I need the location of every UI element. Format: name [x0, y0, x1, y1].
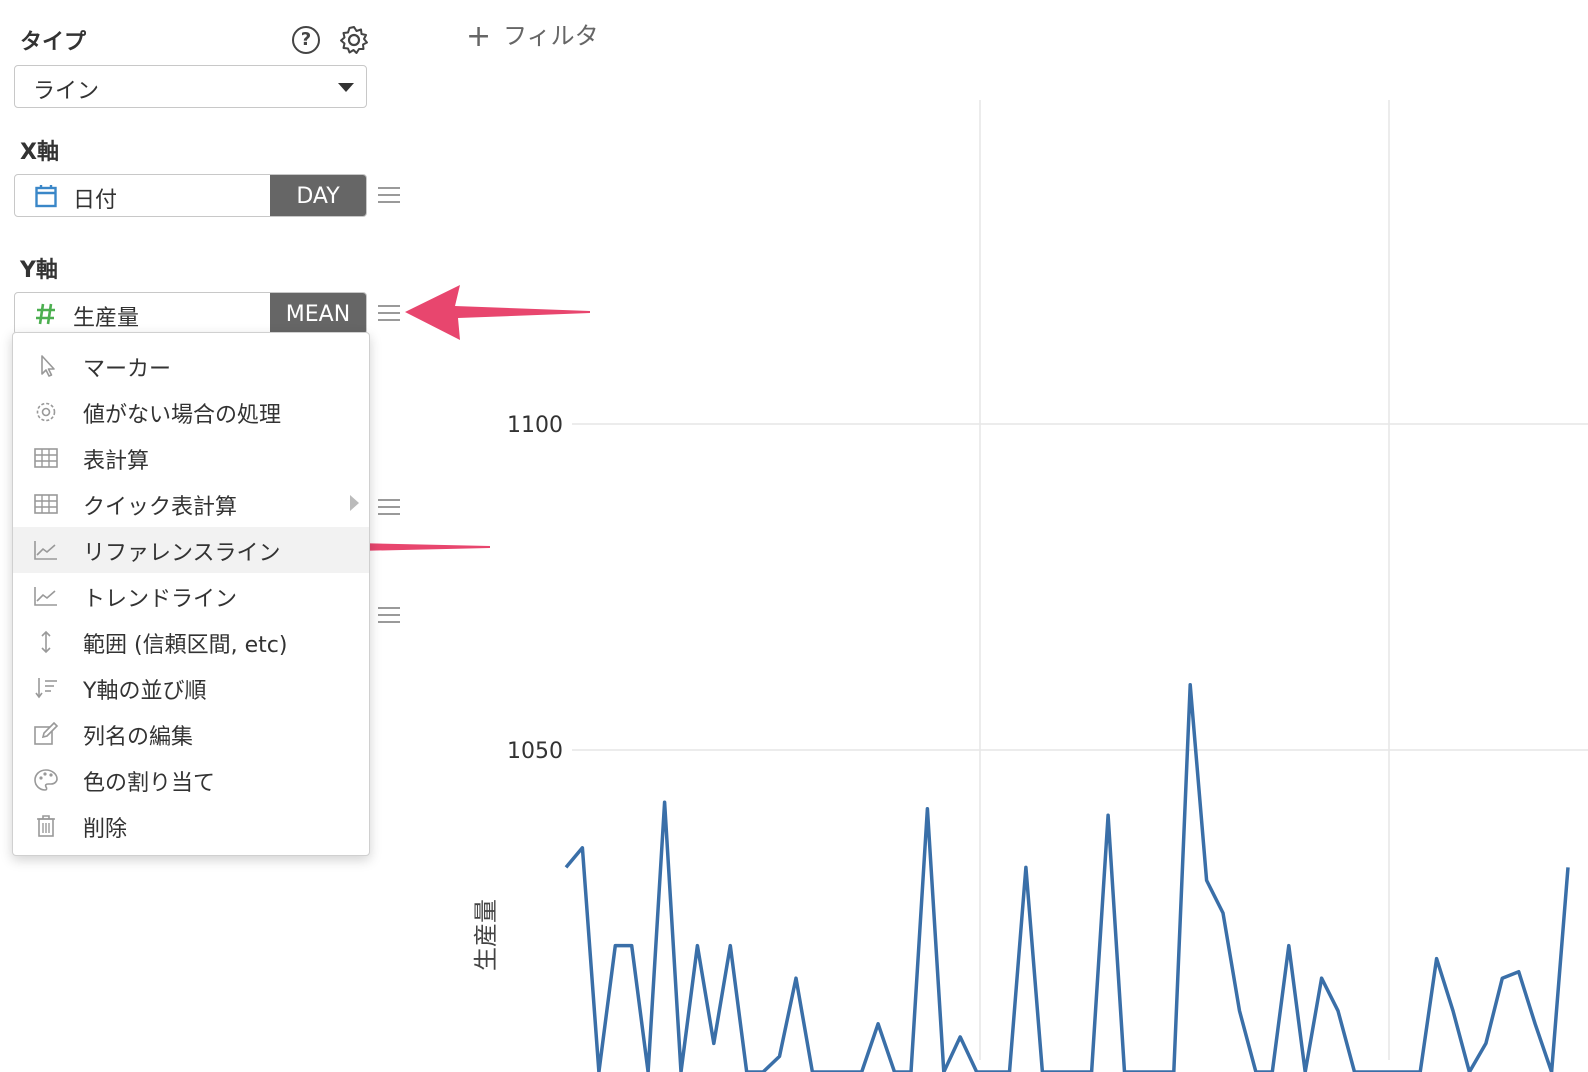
- menu-item-label: 列名の編集: [83, 725, 194, 750]
- menu-item[interactable]: 表計算: [13, 435, 369, 481]
- menu-item[interactable]: 値がない場合の処理: [13, 389, 369, 435]
- table-icon: [33, 446, 59, 470]
- menu-item-label: 削除: [83, 817, 128, 842]
- menu-item[interactable]: 削除: [13, 803, 369, 849]
- chevron-right-icon: [350, 495, 359, 511]
- cursor-icon: [33, 354, 59, 378]
- y-axis-title: 生産量: [472, 899, 500, 971]
- menu-item-label: Y軸の並び順: [83, 679, 207, 704]
- menu-item-label: マーカー: [83, 357, 172, 382]
- menu-item[interactable]: マーカー: [13, 343, 369, 389]
- line-chart-icon: [33, 584, 59, 608]
- menu-item[interactable]: リファレンスライン: [13, 527, 369, 573]
- palette-icon: [33, 768, 59, 792]
- menu-item-label: 色の割り当て: [83, 771, 216, 796]
- menu-item-label: 値がない場合の処理: [83, 403, 282, 428]
- menu-item-label: リファレンスライン: [83, 541, 281, 566]
- edit-icon: [33, 721, 59, 746]
- field-context-menu: マーカー値がない場合の処理 表計算クイック表計算リファレンスライン トレンドライン範…: [12, 332, 370, 856]
- menu-item[interactable]: クイック表計算: [13, 481, 369, 527]
- vertical-arrows-icon: [33, 630, 59, 654]
- y-tick-label: 1050: [507, 739, 563, 764]
- menu-item[interactable]: トレンドライン: [13, 573, 369, 619]
- y-tick-label: 1100: [507, 413, 563, 438]
- menu-item-label: クイック表計算: [83, 495, 238, 520]
- menu-item[interactable]: 色の割り当て: [13, 757, 369, 803]
- chart-editor: タイプ ? ライン X軸 日付 DAY Y軸 生産量 MEAN + フィルタ 1…: [0, 0, 1588, 1072]
- line-chart-icon: [33, 538, 59, 562]
- menu-item-label: 範囲 (信頼区間, etc): [83, 633, 288, 658]
- table-icon: [33, 492, 59, 516]
- menu-item-label: トレンドライン: [83, 587, 238, 612]
- menu-item-label: 表計算: [83, 449, 150, 474]
- annotation-arrow: [405, 285, 590, 340]
- series-line: [564, 683, 1570, 1072]
- gear-icon: [33, 400, 59, 424]
- trash-icon: [33, 814, 59, 838]
- menu-item[interactable]: 範囲 (信頼区間, etc): [13, 619, 369, 665]
- sort-icon: [33, 676, 59, 700]
- menu-item[interactable]: Y軸の並び順: [13, 665, 369, 711]
- menu-item[interactable]: 列名の編集: [13, 711, 369, 757]
